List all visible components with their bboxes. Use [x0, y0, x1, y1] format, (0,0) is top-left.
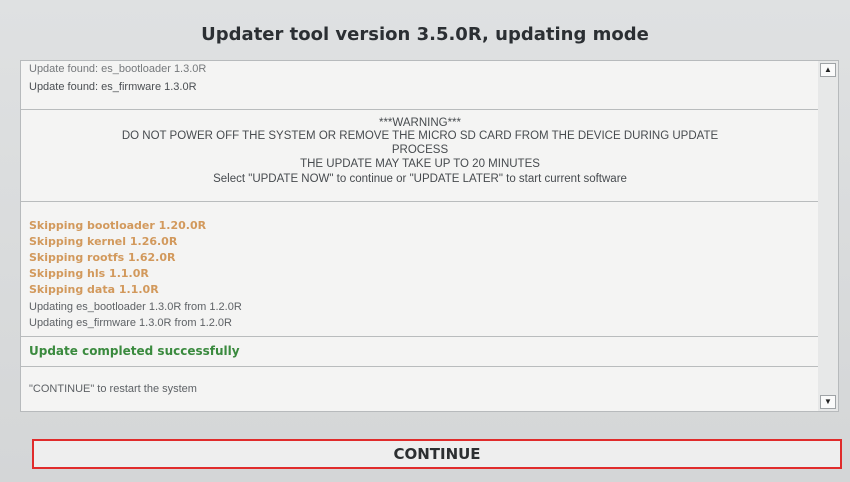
window-title: Updater tool version 3.5.0R, updating mo… [201, 24, 649, 45]
scroll-down-icon[interactable]: ▼ [820, 395, 836, 409]
continue-button[interactable]: CONTINUE [32, 439, 842, 469]
log-line-skipping: Skipping bootloader 1.20.0R [29, 219, 207, 232]
log-line-updating: Updating es_firmware 1.3.0R from 1.2.0R [29, 317, 232, 329]
log-separator [21, 366, 819, 367]
log-line-skipping: Skipping rootfs 1.62.0R [29, 251, 176, 264]
scroll-up-icon[interactable]: ▲ [820, 63, 836, 77]
log-separator [21, 201, 819, 202]
log-panel[interactable]: Update found: es_bootloader 1.3.0R Updat… [20, 60, 820, 412]
log-separator [21, 336, 819, 337]
restart-hint: "CONTINUE" to restart the system [29, 383, 197, 395]
log-line-updating: Updating es_bootloader 1.3.0R from 1.2.0… [29, 301, 242, 313]
warning-line-select: Select "UPDATE NOW" to continue or "UPDA… [213, 173, 627, 185]
warning-line-process: PROCESS [391, 144, 449, 156]
log-scrollbar[interactable]: ▲ ▼ [818, 60, 839, 412]
warning-line-duration: THE UPDATE MAY TAKE UP TO 20 MINUTES [300, 158, 540, 170]
log-line-skipping: Skipping hls 1.1.0R [29, 267, 149, 280]
log-separator [21, 109, 819, 110]
log-line-skipping: Skipping kernel 1.26.0R [29, 235, 178, 248]
update-success-message: Update completed successfully [29, 344, 240, 358]
log-line-found-bootloader: Update found: es_bootloader 1.3.0R [29, 63, 207, 75]
warning-heading: ***WARNING*** [378, 117, 461, 129]
log-line-skipping: Skipping data 1.1.0R [29, 283, 159, 296]
log-line-found-firmware: Update found: es_firmware 1.3.0R [29, 81, 197, 93]
warning-line-power: DO NOT POWER OFF THE SYSTEM OR REMOVE TH… [121, 130, 719, 142]
